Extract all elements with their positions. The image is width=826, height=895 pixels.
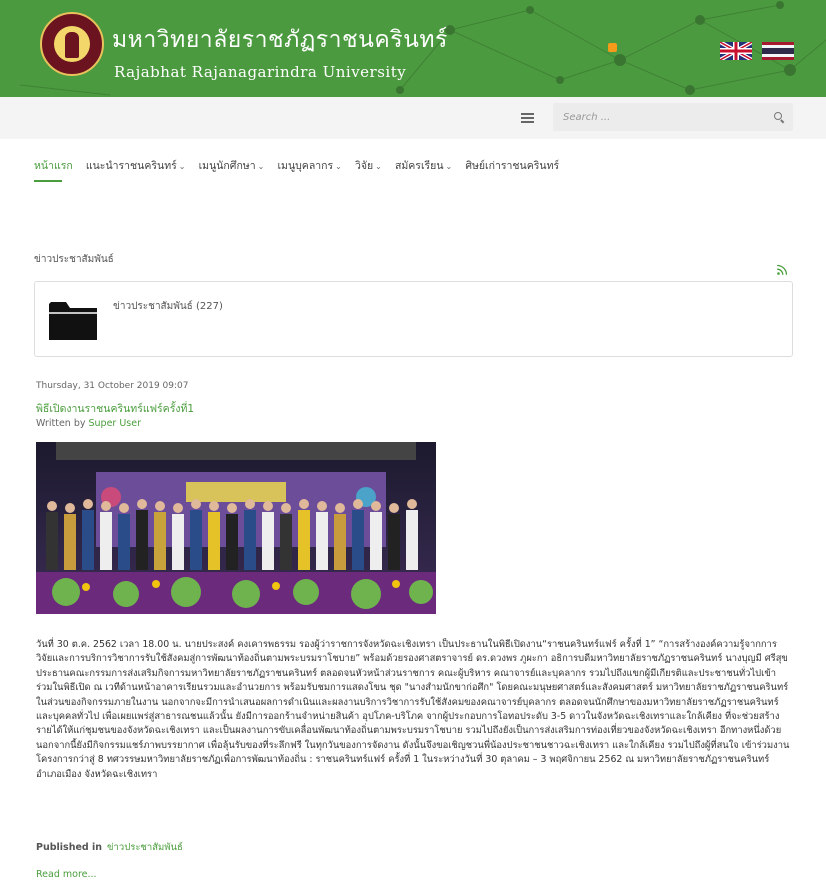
nav-label: หน้าแรก: [34, 160, 73, 172]
published-in: Published in ข่าวประชาสัมพันธ์: [36, 840, 183, 855]
search-icon[interactable]: [774, 112, 782, 120]
nav-label: สมัครเรียน: [394, 160, 444, 172]
nav-item-apply[interactable]: สมัครเรียน ⌄: [395, 157, 452, 174]
category-box: ข่าวประชาสัมพันธ์ (227): [34, 281, 793, 357]
nav-label: เมนูบุคลากร: [277, 160, 334, 172]
nav-item-about[interactable]: แนะนำราชนครินทร์ ⌄: [86, 157, 186, 174]
author-link[interactable]: Super User: [89, 418, 142, 429]
published-in-label: Published in: [36, 842, 103, 853]
chevron-down-icon: ⌄: [335, 162, 342, 171]
nav-label: ศิษย์เก่าราชนครินทร์: [465, 160, 560, 172]
nav-label: เมนูนักศึกษา: [198, 160, 256, 172]
nav-item-research[interactable]: วิจัย ⌄: [355, 157, 382, 174]
university-logo[interactable]: [40, 12, 104, 76]
event-photo-illustration: [36, 442, 436, 614]
top-toolbar: [0, 97, 826, 139]
nav-item-staff[interactable]: เมนูบุคลากร ⌄: [277, 157, 341, 174]
article-photo[interactable]: [36, 442, 436, 614]
search-input[interactable]: [563, 107, 753, 127]
hamburger-menu-icon[interactable]: [521, 113, 534, 123]
nav-item-students[interactable]: เมนูนักศึกษา ⌄: [199, 157, 265, 174]
rss-feed-icon[interactable]: [776, 264, 788, 276]
logo-crest: [65, 32, 79, 58]
nav-item-alumni[interactable]: ศิษย์เก่าราชนครินทร์: [465, 157, 559, 174]
english-flag-icon[interactable]: [720, 42, 752, 60]
nav-label: วิจัย: [354, 160, 374, 172]
article-title-link[interactable]: พิธีเปิดงานราชนครินทร์แฟร์ครั้งที่1: [36, 400, 194, 417]
rss-icon[interactable]: [608, 43, 617, 52]
category-link[interactable]: ข่าวประชาสัมพันธ์ (227): [113, 299, 223, 314]
written-by-label: Written by: [36, 418, 86, 429]
chevron-down-icon: ⌄: [375, 162, 382, 171]
thai-flag-icon[interactable]: [762, 42, 794, 60]
chevron-down-icon: ⌄: [445, 162, 453, 171]
site-name-english[interactable]: Rajabhat Rajanagarindra University: [114, 63, 406, 81]
site-name-thai[interactable]: มหาวิทยาลัยราชภัฏราชนครินทร์: [112, 22, 448, 58]
published-category-link[interactable]: ข่าวประชาสัมพันธ์: [107, 842, 183, 853]
folder-icon: [49, 302, 97, 340]
search-box: [553, 103, 793, 131]
site-header: มหาวิทยาลัยราชภัฏราชนครินทร์ Rajabhat Ra…: [0, 0, 826, 97]
page-title: ข่าวประชาสัมพันธ์: [34, 254, 114, 265]
nav-item-home[interactable]: หน้าแรก: [34, 157, 73, 174]
read-more-link[interactable]: Read more...: [36, 869, 97, 880]
main-navigation: หน้าแรก แนะนำราชนครินทร์ ⌄ เมนูนักศึกษา ⌄ …: [34, 154, 567, 174]
article-paragraph: ในส่วนของกิจกรรมภายในงาน นอกจากจะมีการนำ…: [36, 696, 790, 780]
active-nav-indicator: [34, 180, 62, 182]
article-date: Thursday, 31 October 2019 09:07: [36, 381, 189, 391]
article-body: วันที่ 30 ต.ค. 2562 เวลา 18.00 น. นายประ…: [36, 638, 792, 782]
article-byline: Written by Super User: [36, 418, 141, 429]
article-paragraph: วันที่ 30 ต.ค. 2562 เวลา 18.00 น. นายประ…: [36, 639, 789, 694]
chevron-down-icon: ⌄: [257, 162, 265, 171]
chevron-down-icon: ⌄: [178, 162, 186, 171]
nav-label: แนะนำราชนครินทร์: [85, 160, 177, 172]
